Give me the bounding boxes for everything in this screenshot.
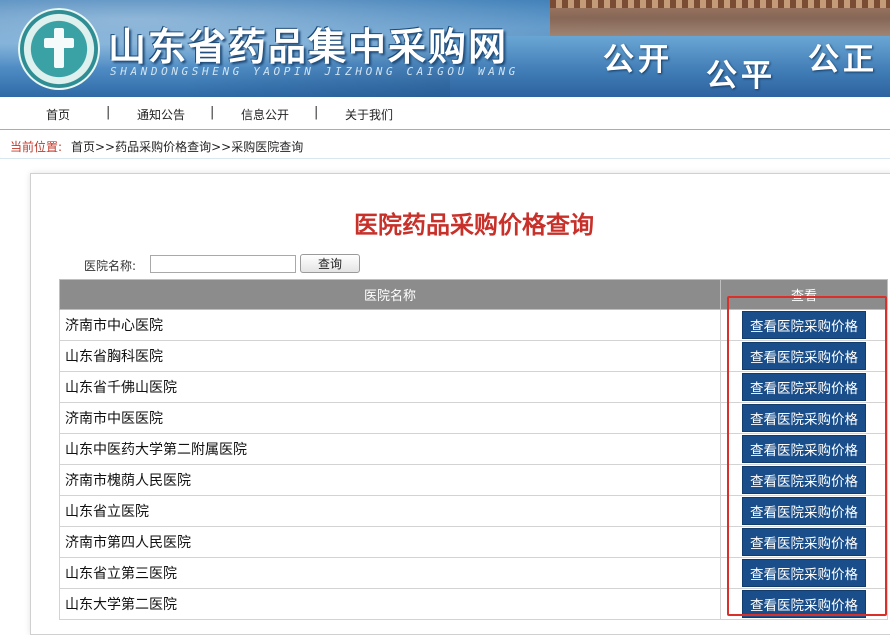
breadcrumb-path[interactable]: 首页>>药品采购价格查询>>采购医院查询	[71, 138, 303, 155]
slogan-just: 公正	[808, 42, 878, 78]
table-header-row: 医院名称 查看	[59, 279, 888, 310]
hospital-name-cell: 济南市中医医院	[59, 402, 721, 434]
column-header-hospital-name: 医院名称	[59, 279, 721, 310]
site-subtitle: SHANDONGSHENG YAOPIN JIZHONG CAIGOU WANG	[110, 65, 519, 78]
nav-item-notices[interactable]: 通知公告	[137, 106, 185, 123]
table-row: 济南市中医医院 查看医院采购价格	[59, 402, 888, 434]
hospital-table: 医院名称 查看 济南市中心医院 查看医院采购价格 山东省胸科医院 查看医院采购价…	[59, 279, 888, 620]
slogan-fair: 公平	[706, 58, 776, 94]
table-row: 济南市中心医院 查看医院采购价格	[59, 309, 888, 341]
breadcrumb: 当前位置: 首页>>药品采购价格查询>>采购医院查询	[0, 130, 890, 159]
table-row: 济南市槐荫人民医院 查看医院采购价格	[59, 464, 888, 496]
column-header-view: 查看	[720, 279, 888, 310]
table-row: 山东中医药大学第二附属医院 查看医院采购价格	[59, 433, 888, 465]
search-button[interactable]: 查询	[300, 254, 360, 273]
site-banner: 山东省药品集中采购网 SHANDONGSHENG YAOPIN JIZHONG …	[0, 0, 890, 97]
action-cell: 查看医院采购价格	[720, 433, 888, 465]
hospital-name-label: 医院名称:	[84, 259, 137, 273]
nav-item-about[interactable]: 关于我们	[345, 106, 393, 123]
action-cell: 查看医院采购价格	[720, 340, 888, 372]
hospital-name-cell: 山东大学第二医院	[59, 588, 721, 620]
view-price-button[interactable]: 查看医院采购价格	[742, 590, 866, 618]
action-cell: 查看医院采购价格	[720, 557, 888, 589]
view-price-button[interactable]: 查看医院采购价格	[742, 559, 866, 587]
slogan-open: 公开	[603, 42, 673, 78]
view-price-button[interactable]: 查看医院采购价格	[742, 404, 866, 432]
hospital-name-cell: 山东中医药大学第二附属医院	[59, 433, 721, 465]
action-cell: 查看医院采购价格	[720, 371, 888, 403]
nav-separator: |	[210, 105, 215, 120]
site-title: 山东省药品集中采购网	[108, 24, 509, 69]
hospital-name-cell: 山东省胸科医院	[59, 340, 721, 372]
logo-cross-icon	[54, 28, 64, 68]
main-nav: 首页 | 通知公告 | 信息公开 | 关于我们	[0, 97, 890, 130]
action-cell: 查看医院采购价格	[720, 495, 888, 527]
page-title: 医院药品采购价格查询	[354, 210, 594, 239]
view-price-button[interactable]: 查看医院采购价格	[742, 528, 866, 556]
site-logo	[18, 8, 100, 90]
table-row: 山东省千佛山医院 查看医院采购价格	[59, 371, 888, 403]
hospital-name-cell: 济南市中心医院	[59, 309, 721, 341]
table-row: 济南市第四人民医院 查看医院采购价格	[59, 526, 888, 558]
action-cell: 查看医院采购价格	[720, 588, 888, 620]
table-row: 山东省胸科医院 查看医院采购价格	[59, 340, 888, 372]
table-row: 山东省立第三医院 查看医院采购价格	[59, 557, 888, 589]
table-row: 山东大学第二医院 查看医院采购价格	[59, 588, 888, 620]
breadcrumb-label: 当前位置:	[10, 140, 63, 154]
action-cell: 查看医院采购价格	[720, 464, 888, 496]
banner-building-roof	[550, 0, 890, 8]
hospital-name-cell: 济南市槐荫人民医院	[59, 464, 721, 496]
view-price-button[interactable]: 查看医院采购价格	[742, 311, 866, 339]
nav-item-disclosure[interactable]: 信息公开	[241, 106, 289, 123]
nav-separator: |	[106, 105, 111, 120]
view-price-button[interactable]: 查看医院采购价格	[742, 497, 866, 525]
action-cell: 查看医院采购价格	[720, 309, 888, 341]
action-cell: 查看医院采购价格	[720, 402, 888, 434]
hospital-name-cell: 山东省千佛山医院	[59, 371, 721, 403]
hospital-name-cell: 山东省立医院	[59, 495, 721, 527]
hospital-name-cell: 济南市第四人民医院	[59, 526, 721, 558]
hospital-name-input[interactable]	[150, 255, 296, 273]
view-price-button[interactable]: 查看医院采购价格	[742, 342, 866, 370]
nav-item-home[interactable]: 首页	[46, 106, 70, 123]
logo-cross-bar	[44, 38, 74, 48]
view-price-button[interactable]: 查看医院采购价格	[742, 373, 866, 401]
nav-separator: |	[314, 105, 319, 120]
action-cell: 查看医院采购价格	[720, 526, 888, 558]
hospital-name-cell: 山东省立第三医院	[59, 557, 721, 589]
view-price-button[interactable]: 查看医院采购价格	[742, 435, 866, 463]
view-price-button[interactable]: 查看医院采购价格	[742, 466, 866, 494]
table-row: 山东省立医院 查看医院采购价格	[59, 495, 888, 527]
